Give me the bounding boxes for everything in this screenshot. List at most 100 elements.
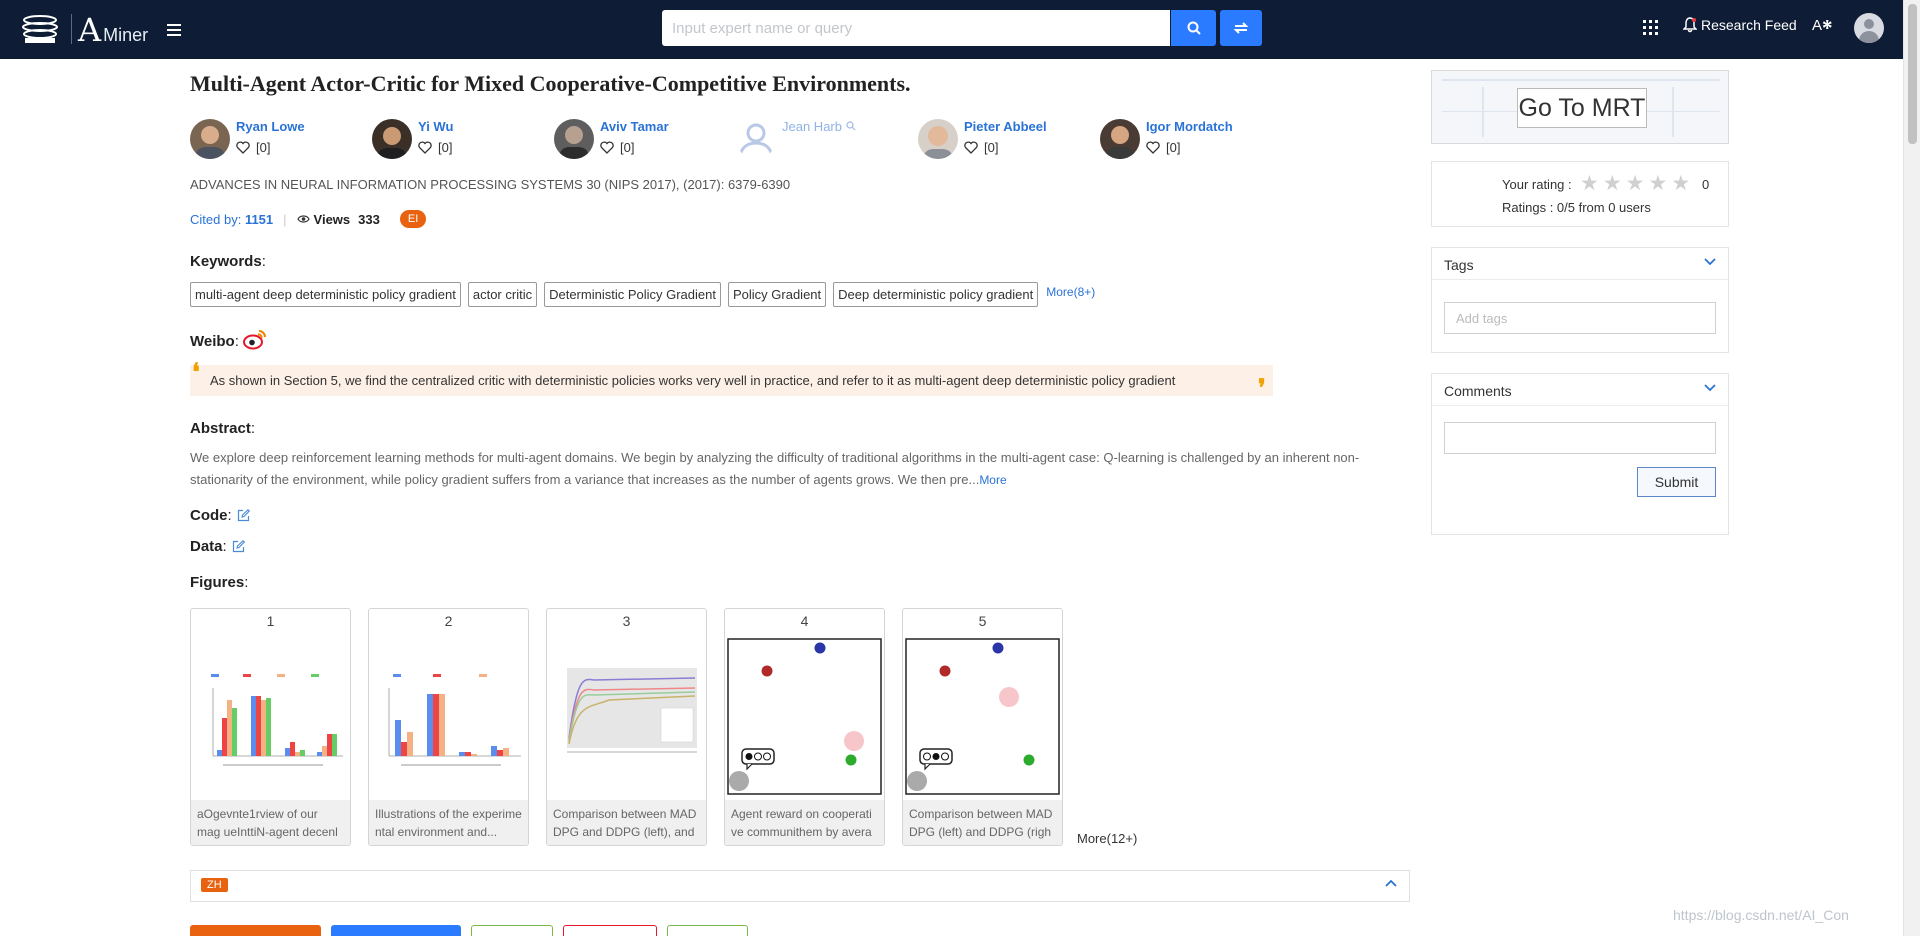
star-icon[interactable]: ★ — [1580, 173, 1599, 194]
figure-thumbnail — [727, 638, 882, 795]
keyword-tag[interactable]: multi-agent deep deterministic policy gr… — [190, 282, 461, 307]
chevron-down-icon[interactable] — [1704, 258, 1716, 266]
submit-comment-button[interactable]: Submit — [1637, 467, 1716, 497]
code-heading: Code: — [190, 507, 250, 524]
chinese-summary-panel[interactable]: ZH — [190, 870, 1410, 902]
author-name[interactable]: Aviv Tamar — [600, 119, 669, 134]
figures-label: Figures — [190, 574, 245, 591]
author-like[interactable]: [0] — [418, 140, 452, 155]
weibo-label: Weibo — [190, 333, 235, 350]
heart-icon — [1146, 141, 1160, 154]
edit-icon[interactable] — [237, 509, 250, 522]
bibtex-button[interactable] — [471, 925, 553, 936]
views-count: 333 — [358, 211, 380, 227]
abstract-body: We explore deep reinforcement learning m… — [190, 450, 1360, 487]
abstract-more-link[interactable]: More — [979, 473, 1006, 487]
star-icon[interactable]: ★ — [1671, 173, 1690, 194]
mrt-preview-line — [1442, 79, 1720, 81]
add-tags-input[interactable] — [1444, 302, 1716, 334]
author-name[interactable]: Jean Harb — [782, 119, 856, 134]
user-avatar[interactable] — [1854, 13, 1884, 43]
comments-header[interactable]: Comments — [1432, 374, 1728, 406]
keyword-tag[interactable]: Deterministic Policy Gradient — [544, 282, 721, 307]
author-avatar[interactable] — [1100, 119, 1140, 159]
author-like[interactable]: [0] — [236, 140, 270, 155]
keyword-tag[interactable]: Deep deterministic policy gradient — [833, 282, 1039, 307]
figure-card[interactable]: 1 aOgevnte1rview of our mag ueInttiN-age… — [190, 608, 351, 846]
figure-card[interactable]: 2 Illustrations of the experime ntal env… — [368, 608, 529, 846]
figure-caption: Agent reward on cooperati ve communithem… — [725, 800, 884, 845]
star-icon[interactable]: ★ — [1603, 173, 1622, 194]
full-text-button[interactable] — [190, 925, 321, 936]
switch-search-mode-button[interactable] — [1220, 10, 1262, 46]
figure-caption: Comparison between MAD DPG (left) and DD… — [903, 800, 1062, 845]
author-like[interactable]: [0] — [964, 140, 998, 155]
author-avatar-placeholder[interactable] — [736, 119, 776, 159]
figure-caption: Illustrations of the experime ntal envir… — [369, 800, 528, 845]
author-avatar[interactable] — [554, 119, 594, 159]
author-like[interactable]: [0] — [600, 140, 634, 155]
author-name[interactable]: Ryan Lowe — [236, 119, 305, 134]
swap-arrows-icon — [1233, 22, 1249, 34]
weibo-share-button[interactable] — [563, 925, 657, 936]
figures-heading: Figures: — [190, 574, 249, 591]
search-button[interactable] — [1171, 10, 1216, 46]
pdf-button[interactable] — [331, 925, 461, 936]
more-keywords-link[interactable]: More(8+) — [1046, 285, 1095, 299]
keyword-tag[interactable]: actor critic — [467, 282, 538, 307]
weibo-quote-text: As shown in Section 5, we find the centr… — [210, 373, 1176, 388]
author-name[interactable]: Pieter Abbeel — [964, 119, 1047, 134]
figure-gallery: 1 aOgevnte1rview of our mag ueInttiN-age… — [190, 608, 1137, 846]
heart-icon — [236, 141, 250, 154]
chevron-up-icon[interactable] — [1385, 879, 1397, 887]
weibo-quote: As shown in Section 5, we find the centr… — [190, 365, 1273, 396]
author-avatar[interactable] — [190, 119, 230, 159]
edit-icon[interactable] — [232, 540, 245, 553]
figure-card[interactable]: 4 Agent reward on cooperati ve communith… — [724, 608, 885, 846]
abstract-text: We explore deep reinforcement learning m… — [190, 447, 1390, 491]
search-input[interactable] — [662, 10, 1170, 46]
logo-divider — [71, 14, 72, 44]
search-icon[interactable] — [846, 121, 856, 131]
figure-number: 4 — [800, 613, 809, 629]
figure-caption: Comparison between MAD DPG and DDPG (lef… — [547, 800, 706, 845]
author-name[interactable]: Igor Mordatch — [1146, 119, 1233, 134]
data-label: Data — [190, 538, 223, 555]
research-feed-link[interactable]: Research Feed — [1683, 17, 1797, 33]
comment-input[interactable] — [1444, 422, 1716, 454]
mark-button[interactable] — [667, 925, 748, 936]
figure-card[interactable]: 3 Comparison between MAD DPG and DDPG (l… — [546, 608, 707, 846]
mrt-card[interactable]: Go To MRT — [1431, 70, 1729, 144]
tags-title: Tags — [1444, 257, 1474, 273]
author-name[interactable]: Yi Wu — [418, 119, 453, 134]
keyword-tag[interactable]: Policy Gradient — [727, 282, 827, 307]
translate-icon[interactable]: A🞷 — [1812, 15, 1833, 37]
hamburger-menu-icon[interactable] — [167, 24, 181, 36]
figure-thumbnail — [905, 638, 1060, 795]
apps-grid-icon[interactable] — [1643, 20, 1658, 35]
author-avatar[interactable] — [918, 119, 958, 159]
chevron-down-icon[interactable] — [1704, 384, 1716, 392]
weibo-heading: Weibo: — [190, 329, 267, 350]
aminer-logo[interactable]: A Miner — [78, 12, 148, 46]
tags-header[interactable]: Tags — [1432, 248, 1728, 280]
star-icon[interactable]: ★ — [1626, 173, 1645, 194]
cited-by-count: 1151 — [244, 211, 274, 227]
scrollbar-thumb[interactable] — [1908, 4, 1917, 144]
more-figures-link[interactable]: More(12+) — [1077, 831, 1137, 846]
close-quote-icon: ❜ — [1258, 373, 1266, 402]
figure-thumbnail — [193, 638, 348, 795]
weibo-icon[interactable] — [242, 328, 267, 350]
figure-card[interactable]: 5 Comparison between MAD DPG (left) and … — [902, 608, 1063, 846]
author-like[interactable]: [0] — [1146, 140, 1180, 155]
cited-by-label: Cited by: — [190, 211, 242, 227]
cited-by-link[interactable]: Cited by: 1151 — [190, 212, 273, 227]
go-to-mrt-button[interactable]: Go To MRT — [1517, 88, 1647, 128]
heart-icon — [600, 141, 614, 154]
acemap-logo[interactable] — [21, 14, 59, 44]
page-scrollbar[interactable] — [1903, 0, 1920, 936]
paper-stats: Cited by: 1151 | Views 333 EI — [190, 210, 427, 228]
star-icon[interactable]: ★ — [1648, 173, 1667, 194]
author-avatar[interactable] — [372, 119, 412, 159]
star-rating[interactable]: ★ ★ ★ ★ ★ — [1580, 173, 1694, 194]
